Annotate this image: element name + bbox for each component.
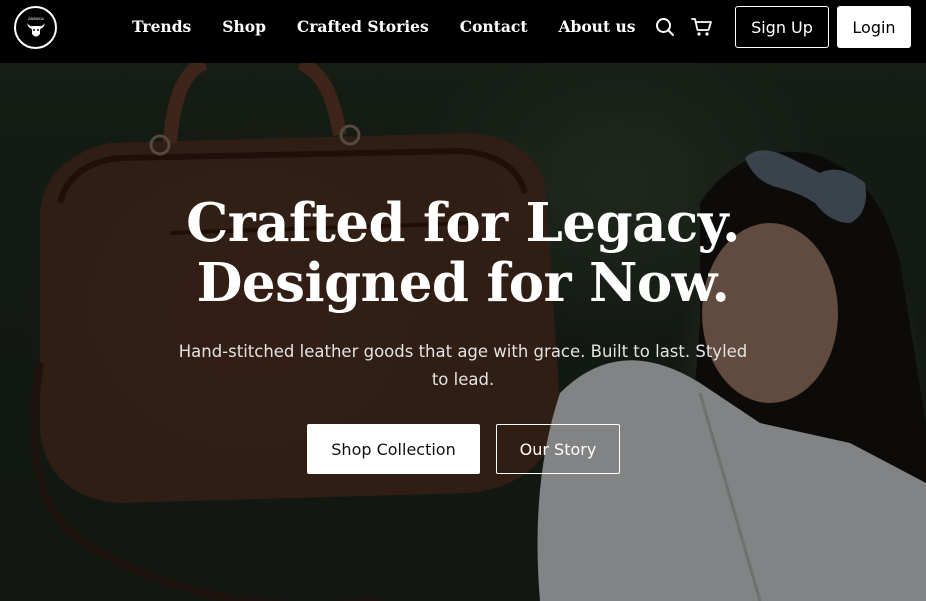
nav-item-crafted-stories[interactable]: Crafted Stories [297,17,429,36]
bull-logo-icon: ZAMAEDA [26,17,45,36]
hero-title: Crafted for Legacy. Designed for Now. [0,193,926,313]
signup-button[interactable]: Sign Up [735,6,829,48]
nav-item-contact[interactable]: Contact [460,17,528,36]
main-nav: Trends Shop Crafted Stories Contact Abou… [132,17,636,36]
svg-text:ZAMAEDA: ZAMAEDA [28,17,45,21]
nav-item-about-us[interactable]: About us [558,17,635,36]
brand-logo[interactable]: ZAMAEDA [14,6,57,49]
our-story-button[interactable]: Our Story [496,424,620,474]
top-navbar: ZAMAEDA Trends Shop Crafted Stories Cont… [0,0,926,63]
hero-dark-overlay [0,63,926,601]
hero-title-line-2: Designed for Now. [196,252,730,314]
shop-collection-button[interactable]: Shop Collection [307,424,480,474]
login-button[interactable]: Login [837,6,911,48]
hero-subtitle: Hand-stitched leather goods that age wit… [178,342,748,389]
hero-title-line-1: Crafted for Legacy. [186,192,740,254]
cart-icon[interactable] [691,17,712,37]
hero-section: Crafted for Legacy. Designed for Now. Ha… [0,63,926,601]
nav-item-trends[interactable]: Trends [132,17,191,36]
nav-item-shop[interactable]: Shop [222,17,266,36]
search-icon[interactable] [655,17,675,37]
